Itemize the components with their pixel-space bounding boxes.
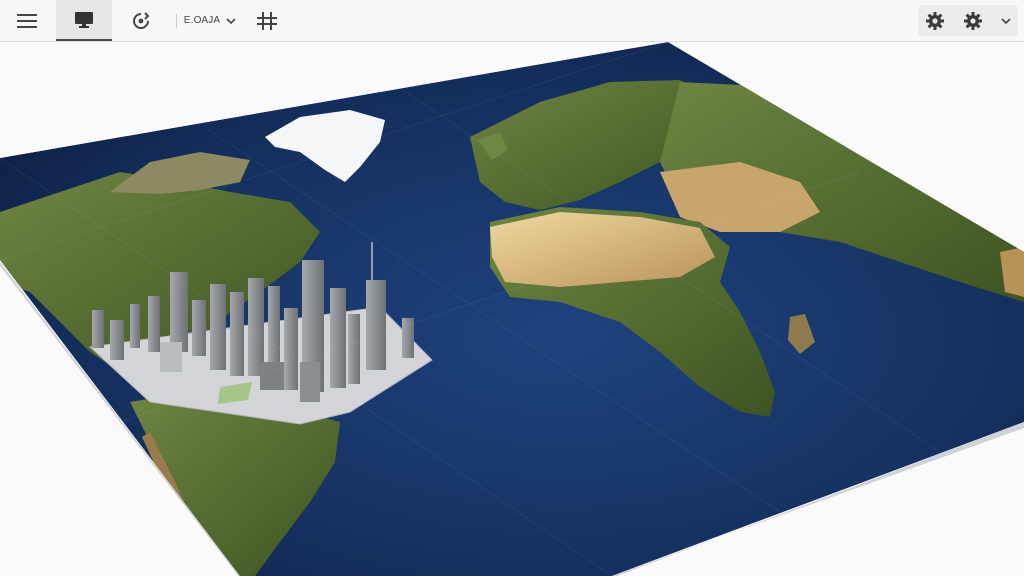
rotate-icon: [132, 11, 150, 30]
gear-icon: [926, 11, 944, 30]
settings-dropdown-button[interactable]: [994, 0, 1018, 41]
chevron-down-icon: [226, 17, 236, 24]
grid-icon: [257, 11, 277, 30]
hamburger-menu-icon: [17, 13, 37, 28]
display-mode-button[interactable]: [56, 0, 112, 41]
view-selector-label: Е.ОАЈА: [183, 15, 221, 26]
settings-button-1[interactable]: [918, 0, 952, 41]
map-viewport[interactable]: [0, 42, 1024, 576]
grid-toggle-button[interactable]: [248, 0, 286, 41]
toolbar-divider: [176, 14, 177, 28]
terrain-map-3d[interactable]: [0, 42, 1024, 576]
rotate-view-button[interactable]: [122, 0, 160, 41]
gear-icon: [964, 11, 982, 30]
view-selector-dropdown[interactable]: Е.ОАЈА: [182, 0, 238, 41]
chevron-down-icon: [1001, 17, 1011, 24]
settings-button-2[interactable]: [956, 0, 990, 41]
top-toolbar: Е.ОАЈА: [0, 0, 1024, 42]
menu-button[interactable]: [6, 0, 48, 41]
monitor-icon: [75, 11, 93, 28]
